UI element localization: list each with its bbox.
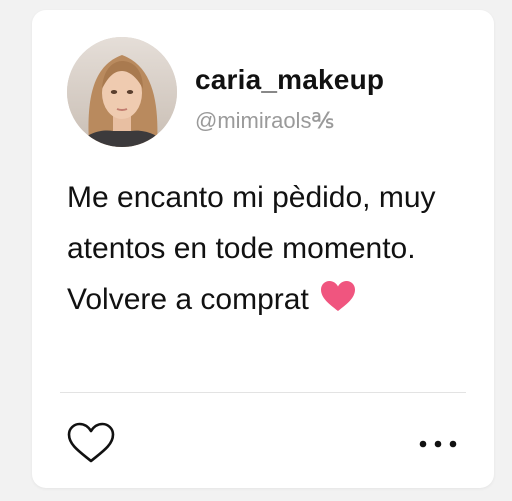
divider xyxy=(60,392,466,393)
username[interactable]: caria_makeup xyxy=(195,64,384,96)
like-button[interactable] xyxy=(66,421,116,465)
post-text-body: Me encanto mi pèdido, muy atentos en tod… xyxy=(67,181,436,316)
user-handle[interactable]: @mimiraols℁ xyxy=(195,108,334,134)
profile-photo xyxy=(67,37,177,147)
avatar[interactable] xyxy=(67,37,177,147)
more-horizontal-icon xyxy=(419,440,457,448)
more-options-button[interactable] xyxy=(414,432,462,456)
heart-outline-icon xyxy=(67,422,115,463)
tweet-card: caria_makeup @mimiraols℁ Me encanto mi p… xyxy=(32,10,494,488)
post-text: Me encanto mi pèdido, muy atentos en tod… xyxy=(67,172,477,325)
pink-heart-icon xyxy=(320,281,355,311)
